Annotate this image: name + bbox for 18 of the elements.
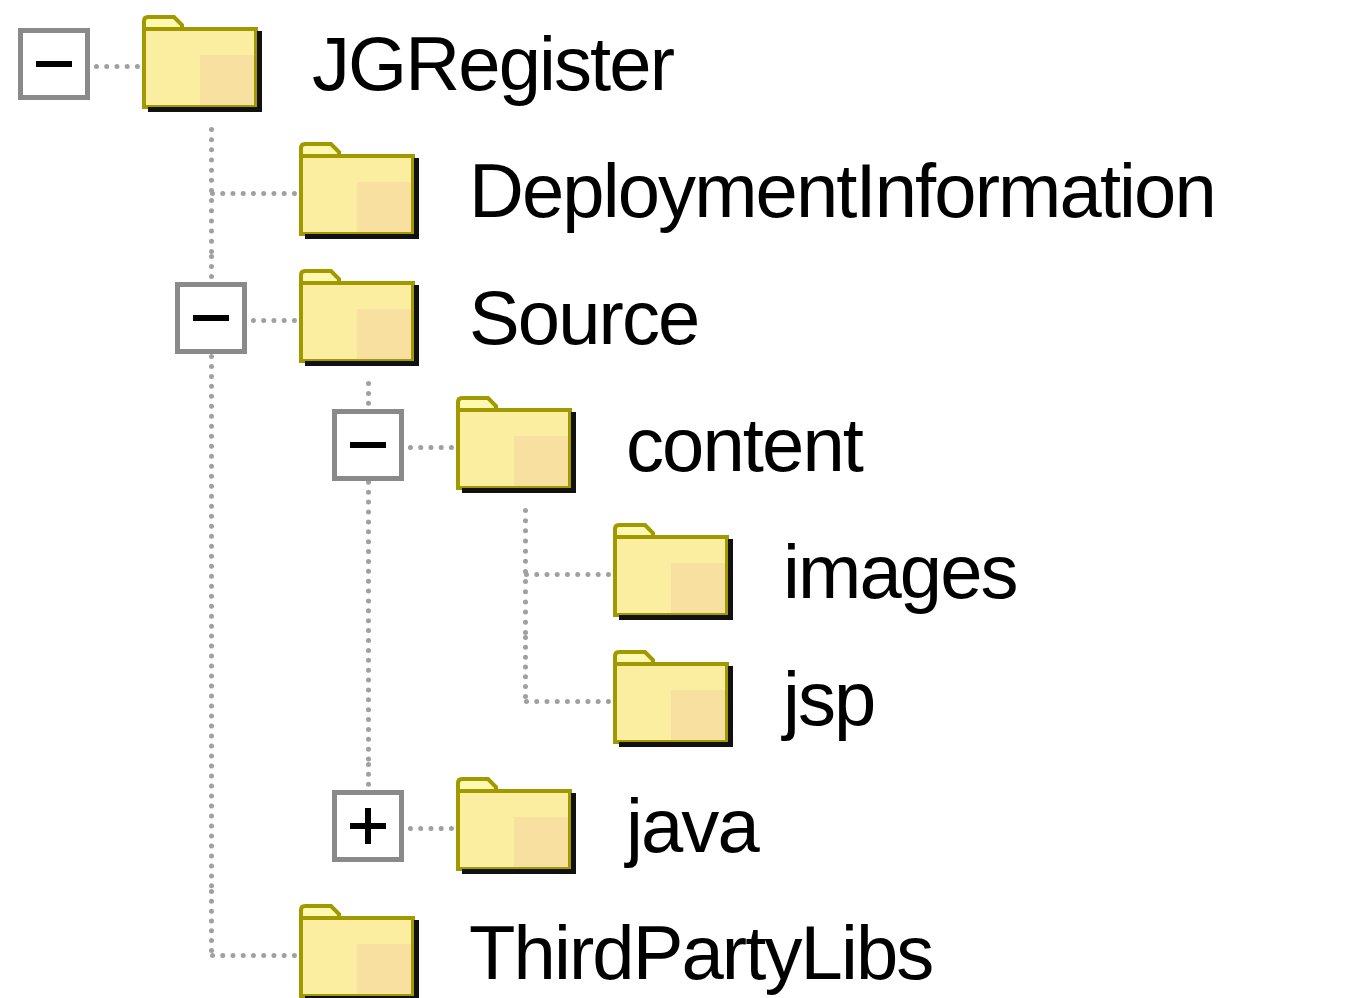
minus-icon [350,441,386,448]
folder-icon [454,776,578,875]
plus-icon [350,807,386,844]
folder-icon [611,522,735,621]
folder-icon [297,268,421,367]
expand-toggle[interactable] [332,789,404,862]
collapse-toggle[interactable] [18,27,90,100]
minus-icon [193,314,229,321]
folder-icon [611,649,735,748]
folder-icon [297,903,421,998]
folder-icon [454,395,578,494]
folder-label[interactable]: Source [469,279,699,356]
folder-icon [297,141,421,240]
folder-label[interactable]: content [626,406,862,483]
collapse-toggle[interactable] [175,281,247,354]
collapse-toggle[interactable] [332,408,404,481]
minus-icon [36,60,72,67]
folder-icon [140,14,264,113]
